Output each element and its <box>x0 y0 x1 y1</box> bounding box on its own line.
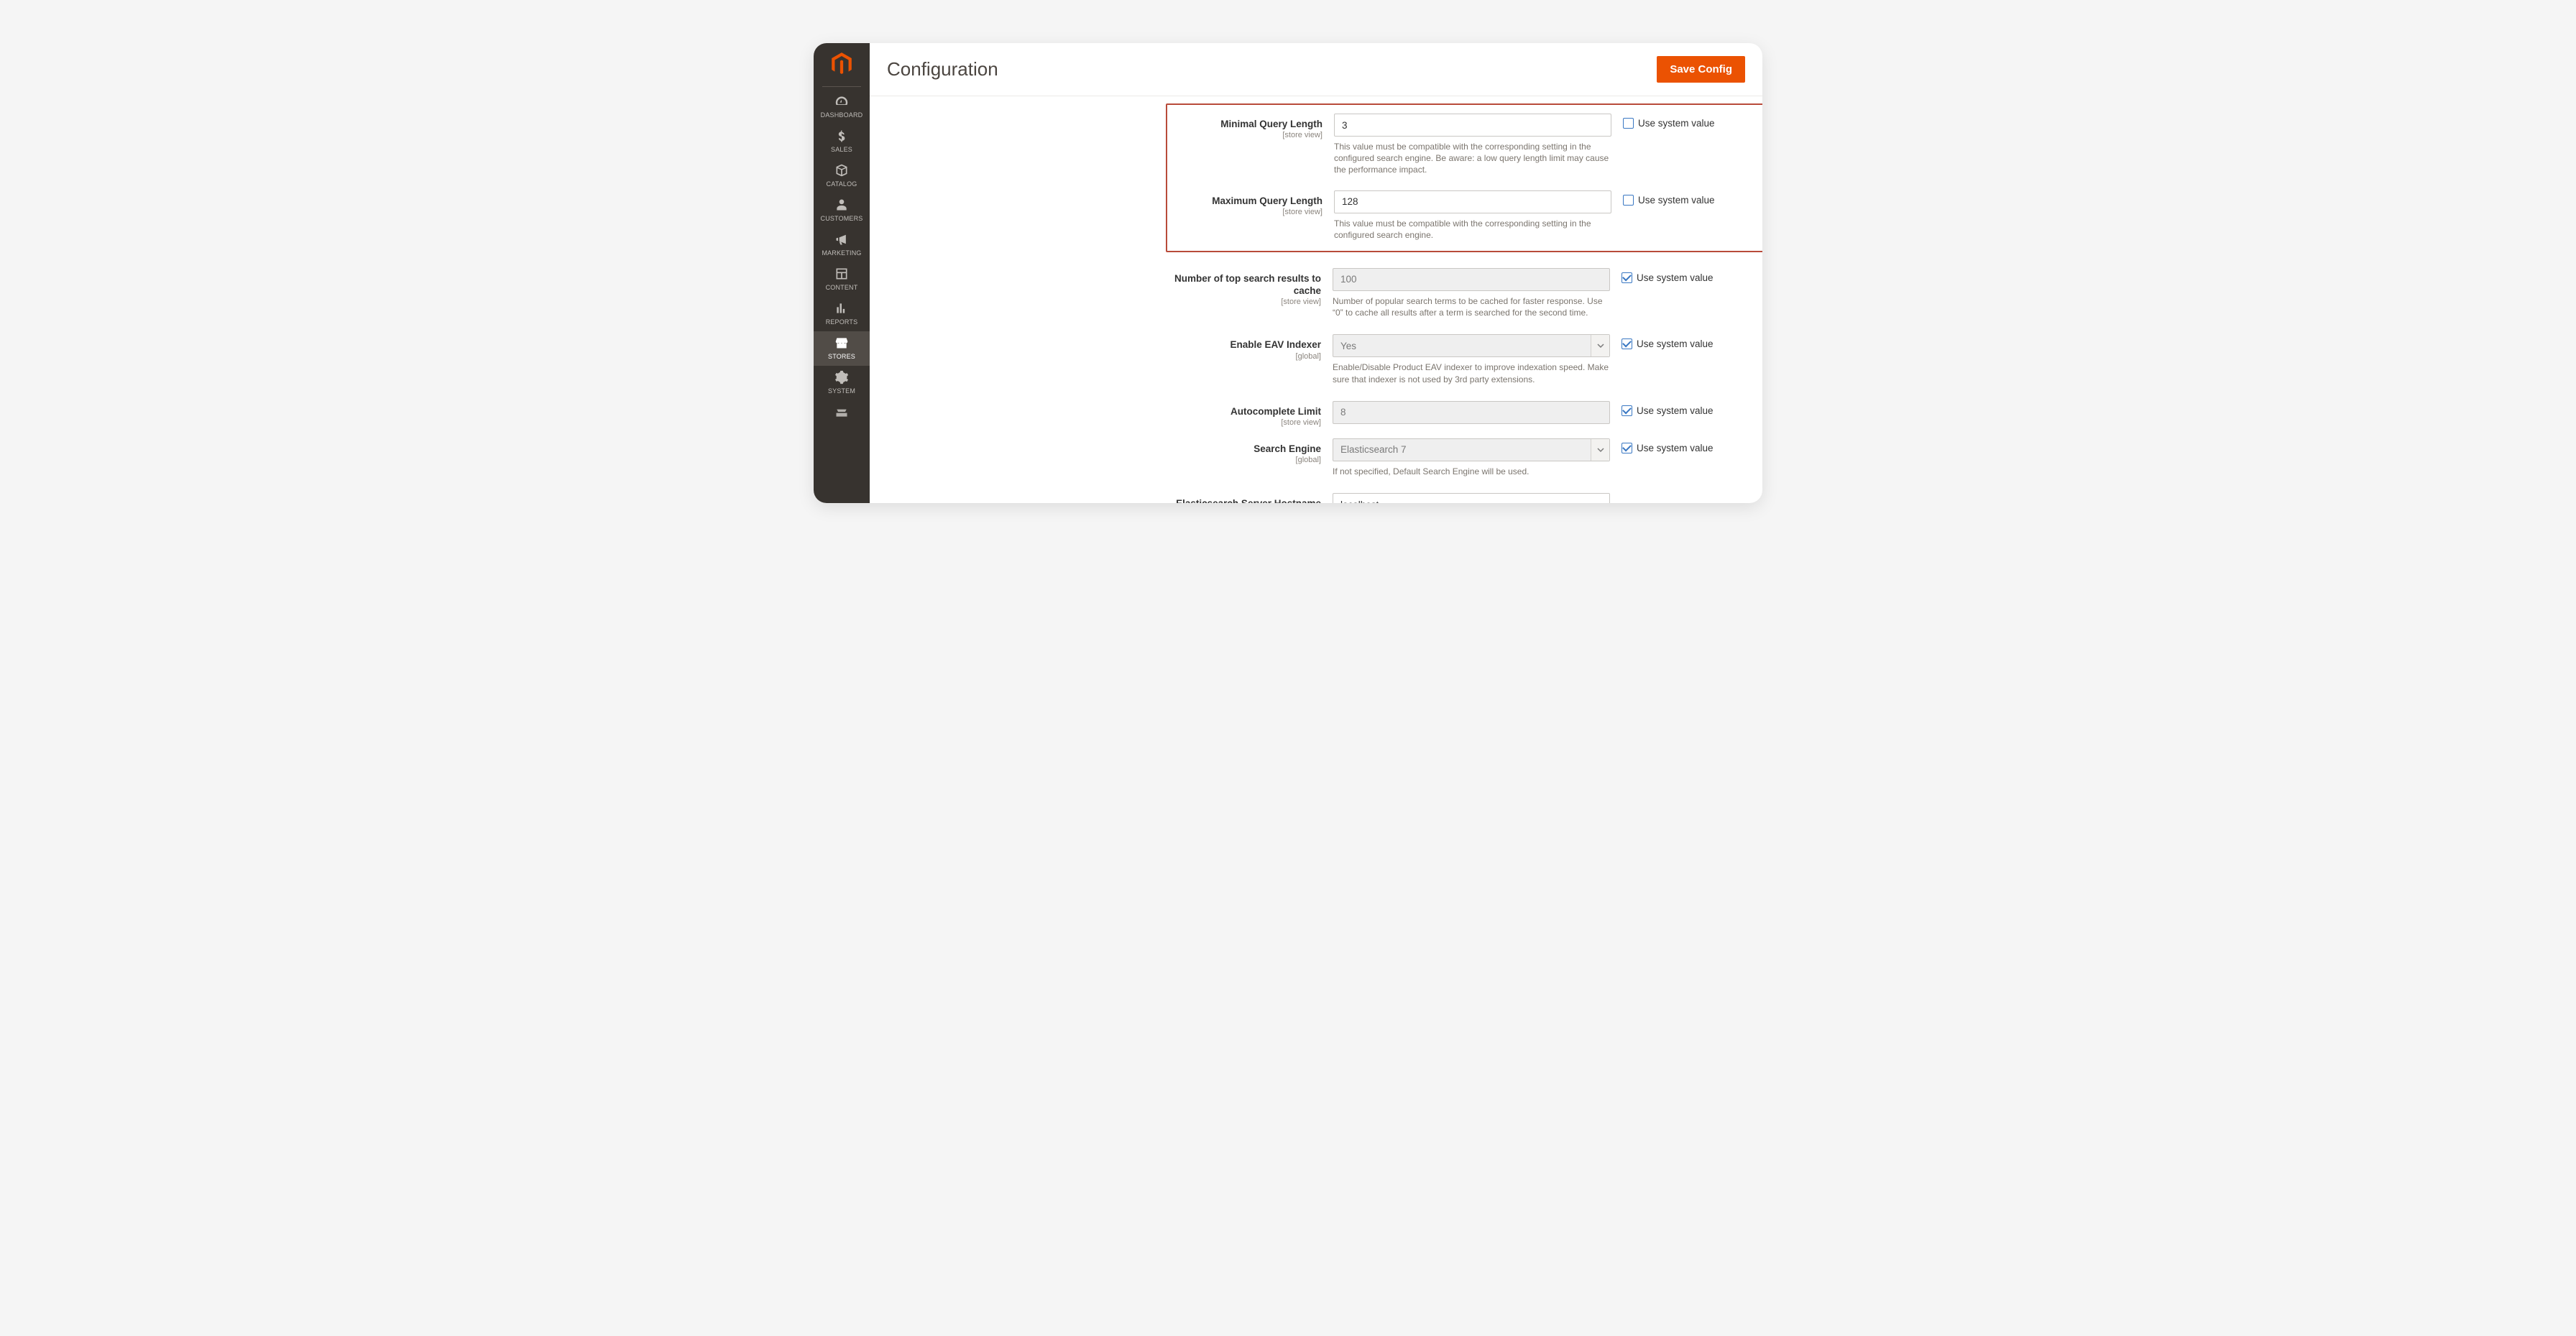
field-hint: Number of popular search terms to be cac… <box>1333 295 1610 318</box>
highlighted-fields: Minimal Query Length [store view] This v… <box>1166 103 1762 252</box>
scope-label: [store view] <box>1173 131 1322 139</box>
sidebar-item-catalog[interactable]: CATALOG <box>814 159 870 193</box>
minimal-query-length-input[interactable] <box>1334 114 1611 137</box>
field-hint: This value must be compatible with the c… <box>1334 141 1611 176</box>
checkbox-icon <box>1622 443 1632 453</box>
sidebar-item-label: CONTENT <box>826 284 858 291</box>
sidebar-item-marketing[interactable]: MARKETING <box>814 228 870 262</box>
sidebar-item-label: SALES <box>831 146 852 153</box>
select-value: Elasticsearch 7 <box>1340 444 1407 455</box>
sidebar-item-dashboard[interactable]: DASHBOARD <box>814 90 870 124</box>
field-autocomplete-limit: Autocomplete Limit [store view] Use syst… <box>1166 397 1762 427</box>
gauge-icon <box>834 94 849 109</box>
save-config-button[interactable]: Save Config <box>1657 56 1745 83</box>
field-minimal-query-length: Minimal Query Length [store view] This v… <box>1173 109 1762 176</box>
field-maximum-query-length: Maximum Query Length [store view] This v… <box>1173 186 1762 241</box>
sidebar-item-label: REPORTS <box>826 318 858 326</box>
sidebar-item-partners[interactable] <box>814 400 870 428</box>
checkbox-icon <box>1622 272 1632 283</box>
eav-indexer-select: Yes <box>1333 334 1610 357</box>
gear-icon <box>834 370 849 384</box>
field-label: Search Engine <box>1254 443 1321 454</box>
checkbox-icon <box>1622 405 1632 416</box>
scope-label: [store view] <box>1173 208 1322 216</box>
scope-label: [global] <box>1172 456 1321 464</box>
use-system-value-toggle[interactable]: Use system value <box>1623 190 1715 206</box>
scope-label: [global] <box>1172 352 1321 361</box>
use-system-value-toggle[interactable]: Use system value <box>1622 268 1714 283</box>
field-label: Autocomplete Limit <box>1230 406 1321 417</box>
field-hint: This value must be compatible with the c… <box>1334 218 1611 241</box>
select-value: Yes <box>1340 341 1356 351</box>
field-label: Maximum Query Length <box>1212 195 1322 206</box>
use-system-value-label: Use system value <box>1638 195 1715 206</box>
scope-label: [store view] <box>1172 418 1321 427</box>
config-content: Minimal Query Length [store view] This v… <box>870 96 1762 503</box>
layout-icon <box>834 267 849 281</box>
use-system-value-label: Use system value <box>1637 405 1714 416</box>
sidebar-item-sales[interactable]: SALES <box>814 124 870 159</box>
field-es-server-hostname: Elasticsearch Server Hostname [global] x <box>1166 489 1762 503</box>
scope-label: [store view] <box>1172 298 1321 306</box>
use-system-value-label: Use system value <box>1637 272 1714 283</box>
field-label: Elasticsearch Server Hostname <box>1176 498 1321 503</box>
main-area: Configuration Save Config Minimal Query … <box>870 43 1762 503</box>
megaphone-icon <box>834 232 849 247</box>
field-hint: Enable/Disable Product EAV indexer to im… <box>1333 361 1610 384</box>
top-search-cache-input <box>1333 268 1610 291</box>
field-label: Minimal Query Length <box>1220 119 1322 129</box>
sidebar-item-label: SYSTEM <box>828 387 855 395</box>
dollar-icon <box>834 129 849 143</box>
checkbox-icon <box>1623 195 1634 206</box>
use-system-value-label: Use system value <box>1637 338 1714 349</box>
sidebar-item-reports[interactable]: REPORTS <box>814 297 870 331</box>
field-hint: If not specified, Default Search Engine … <box>1333 466 1610 477</box>
sidebar-item-label: STORES <box>828 353 855 360</box>
field-top-search-results-cache: Number of top search results to cache [s… <box>1166 264 1762 318</box>
sidebar-item-customers[interactable]: CUSTOMERS <box>814 193 870 228</box>
sidebar-item-label: CUSTOMERS <box>821 215 863 222</box>
use-system-value-label: Use system value <box>1637 443 1714 453</box>
bars-icon <box>834 301 849 315</box>
use-system-value-label: Use system value <box>1638 118 1715 129</box>
maximum-query-length-input[interactable] <box>1334 190 1611 213</box>
checkbox-icon <box>1623 118 1634 129</box>
sidebar-item-system[interactable]: SYSTEM <box>814 366 870 400</box>
page-header: Configuration Save Config <box>870 43 1762 96</box>
checkbox-icon <box>1622 338 1632 349</box>
search-engine-select: Elasticsearch 7 <box>1333 438 1610 461</box>
admin-window: DASHBOARD SALES CATALOG CUSTOMERS MARKET… <box>814 43 1762 503</box>
use-system-value-toggle[interactable]: Use system value <box>1622 401 1714 416</box>
use-system-value-toggle[interactable]: Use system value <box>1623 114 1715 129</box>
field-label: Number of top search results to cache <box>1174 273 1321 296</box>
chevron-down-icon <box>1591 335 1609 356</box>
sidebar-item-content[interactable]: CONTENT <box>814 262 870 297</box>
field-label: Enable EAV Indexer <box>1230 339 1321 350</box>
store-icon <box>834 336 849 350</box>
page-title: Configuration <box>887 58 998 80</box>
chevron-down-icon <box>1591 439 1609 461</box>
field-enable-eav-indexer: Enable EAV Indexer [global] Yes Enable/D… <box>1166 330 1762 384</box>
autocomplete-limit-input <box>1333 401 1610 424</box>
sidebar-item-label: MARKETING <box>822 249 861 257</box>
use-system-value-toggle[interactable]: Use system value <box>1622 438 1714 453</box>
box-icon <box>834 163 849 178</box>
person-icon <box>834 198 849 212</box>
magento-logo <box>828 50 855 78</box>
sidebar-item-label: CATALOG <box>827 180 857 188</box>
use-system-value-toggle[interactable]: Use system value <box>1622 334 1714 349</box>
es-hostname-input[interactable] <box>1333 493 1610 503</box>
sidebar-item-label: DASHBOARD <box>821 111 863 119</box>
field-search-engine: Search Engine [global] Elasticsearch 7 I… <box>1166 434 1762 477</box>
admin-sidebar: DASHBOARD SALES CATALOG CUSTOMERS MARKET… <box>814 43 870 503</box>
partners-icon <box>834 405 849 419</box>
sidebar-item-stores[interactable]: STORES <box>814 331 870 366</box>
sidebar-divider <box>822 86 861 87</box>
